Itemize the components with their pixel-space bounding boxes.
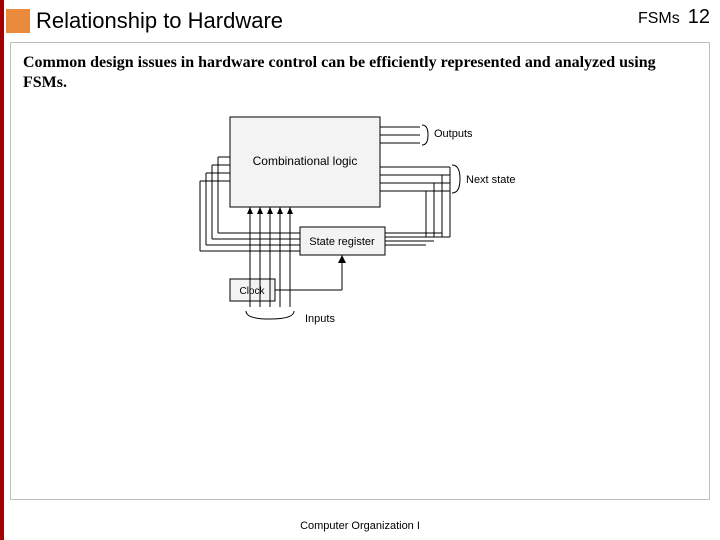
comb-logic-label: Combinational logic — [253, 154, 358, 168]
topic-label: FSMs — [638, 10, 680, 28]
fsm-hardware-diagram: Combinational logic Outputs Next state — [170, 107, 550, 327]
slide-body-frame: Common design issues in hardware control… — [10, 42, 710, 500]
slide-header: Relationship to Hardware FSMs 12 — [0, 0, 720, 42]
inputs-label: Inputs — [305, 313, 335, 325]
slide-title: Relationship to Hardware — [36, 8, 283, 34]
slide-topic-pagenum: FSMs 12 — [638, 6, 710, 29]
state-register-label: State register — [309, 236, 375, 248]
diagram-container: Combinational logic Outputs Next state — [23, 107, 697, 327]
left-accent-stripe — [0, 0, 4, 540]
outputs-label: Outputs — [434, 128, 473, 140]
page-number: 12 — [688, 6, 710, 29]
clock-label: Clock — [239, 286, 265, 297]
slide-footer: Computer Organization I — [0, 520, 720, 532]
body-paragraph: Common design issues in hardware control… — [23, 53, 697, 93]
next-state-label: Next state — [466, 174, 516, 186]
header-accent-square — [6, 9, 30, 33]
